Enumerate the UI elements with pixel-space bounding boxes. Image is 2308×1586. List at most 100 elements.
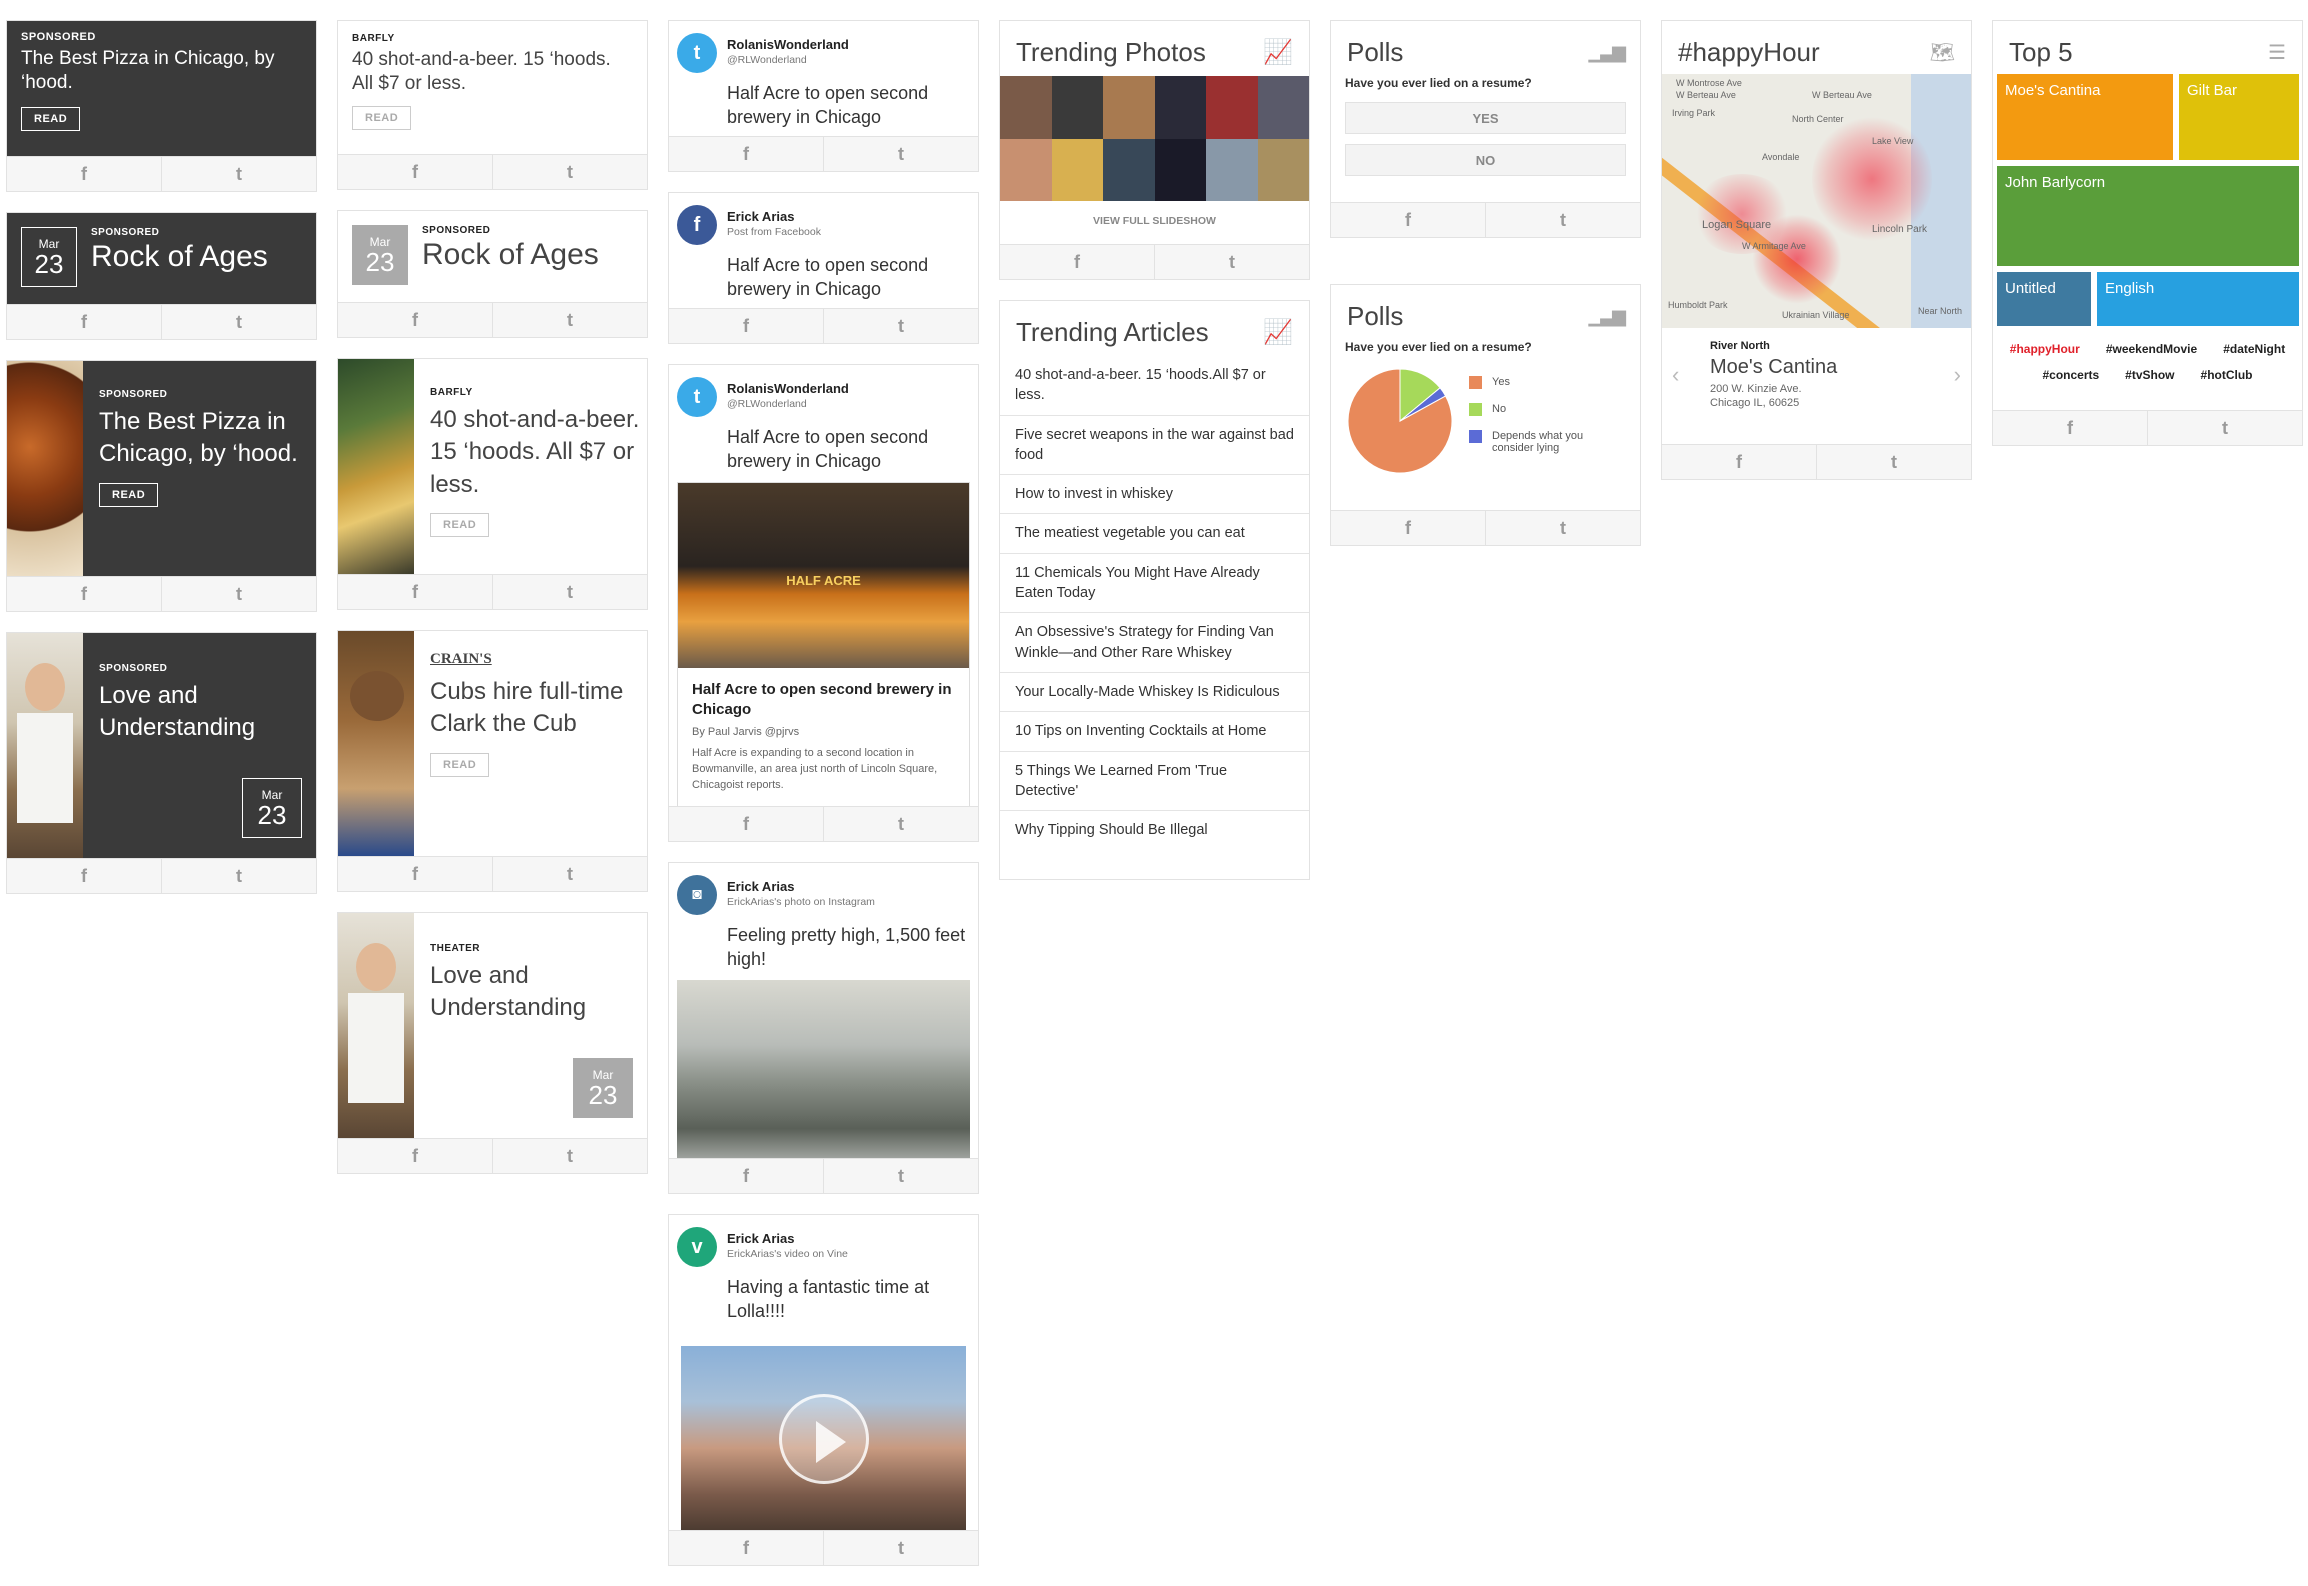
sponsored-card-love[interactable]: SPONSORED Love and Understanding Mar 23 f… (6, 632, 317, 894)
facebook-share-icon[interactable]: f (1662, 445, 1816, 479)
facebook-share-icon[interactable]: f (669, 1531, 823, 1565)
vine-video[interactable] (681, 1345, 966, 1532)
top-tile[interactable]: Moe's Cantina (1997, 74, 2173, 160)
hashtag-link[interactable]: #happyHour (2010, 342, 2080, 356)
facebook-post-card[interactable]: f Erick Arias Post from Facebook Half Acre… (668, 192, 979, 344)
vine-card[interactable]: v Erick Arias ErickArias's video on Vine H… (668, 1214, 979, 1566)
top-tile[interactable]: John Barlycorn (1997, 166, 2299, 266)
top-tile[interactable]: Gilt Bar (2179, 74, 2299, 160)
twitter-share-icon[interactable]: t (1816, 445, 1971, 479)
tweet-card[interactable]: t RolanisWonderland @RLWonderland Half Acr… (668, 20, 979, 172)
facebook-share-icon[interactable]: f (669, 309, 823, 343)
sponsored-card-rock-of-ages-light[interactable]: Mar 23 SPONSORED Rock of Ages ft (337, 210, 648, 338)
hashtag-link[interactable]: #dateNight (2223, 342, 2285, 356)
heat-map[interactable]: W Montrose Ave W Berteau Ave W Berteau A… (1662, 74, 1971, 328)
twitter-share-icon[interactable]: t (1485, 203, 1640, 237)
facebook-share-icon[interactable]: f (338, 155, 492, 189)
article-link[interactable]: 11 Chemicals You Might Have Already Eate… (1000, 552, 1309, 613)
prev-arrow-icon[interactable]: ‹ (1672, 362, 1679, 388)
article-link[interactable]: 10 Tips on Inventing Cocktails at Home (1000, 711, 1309, 750)
crains-card[interactable]: CRAIN'S Cubs hire full-time Clark the Cu… (337, 630, 648, 892)
read-button[interactable]: READ (99, 482, 159, 507)
photo-collage[interactable] (1000, 76, 1309, 201)
twitter-share-icon[interactable]: t (161, 577, 316, 611)
facebook-share-icon[interactable]: f (669, 807, 823, 841)
read-button[interactable]: READ (21, 106, 81, 131)
theater-card[interactable]: THEATER Love and Understanding Mar 23 ft (337, 912, 648, 1174)
trending-photos-card[interactable]: Trending Photos 📈 VIEW FULL SLIDESHOW ft (999, 20, 1310, 280)
instagram-card[interactable]: ◙ Erick Arias ErickArias's photo on Instag… (668, 862, 979, 1194)
linked-article[interactable]: HALF ACRE Half Acre to open second brewe… (677, 481, 970, 807)
legend-item: Depends what you consider lying (1469, 430, 1602, 454)
hashtag-link[interactable]: #tvShow (2125, 368, 2174, 382)
article-link[interactable]: The meatiest vegetable you can eat (1000, 513, 1309, 552)
hashtag-link[interactable]: #concerts (2042, 368, 2099, 382)
twitter-share-icon[interactable]: t (1154, 245, 1309, 279)
sponsored-card-pizza-photo[interactable]: SPONSORED The Best Pizza in Chicago, by … (6, 360, 317, 612)
facebook-share-icon[interactable]: f (7, 157, 161, 191)
facebook-share-icon[interactable]: f (669, 1159, 823, 1193)
read-button[interactable]: READ (352, 105, 412, 130)
twitter-share-icon[interactable]: t (492, 1139, 647, 1173)
facebook-share-icon[interactable]: f (1000, 245, 1154, 279)
venue-name[interactable]: Moe's Cantina (1710, 356, 1923, 379)
author-name[interactable]: RolanisWonderland (727, 37, 849, 52)
tweet-with-article-card[interactable]: t RolanisWonderland @RLWonderland Half Acr… (668, 364, 979, 842)
facebook-share-icon[interactable]: f (1331, 511, 1485, 545)
facebook-share-icon[interactable]: f (338, 1139, 492, 1173)
post-source: ErickArias's photo on Instagram (727, 896, 875, 908)
article-link[interactable]: 5 Things We Learned From 'True Detective… (1000, 750, 1309, 811)
sponsored-card-pizza[interactable]: SPONSORED The Best Pizza in Chicago, by … (6, 20, 317, 192)
twitter-share-icon[interactable]: t (823, 1159, 978, 1193)
poll-yes-button[interactable]: YES (1345, 102, 1626, 134)
twitter-share-icon[interactable]: t (823, 807, 978, 841)
twitter-share-icon[interactable]: t (823, 137, 978, 171)
twitter-share-icon[interactable]: t (492, 303, 647, 337)
barfly-card-photo[interactable]: BARFLY 40 shot-and-a-beer. 15 ‘hoods. Al… (337, 358, 648, 610)
author-name[interactable]: Erick Arias (727, 879, 875, 894)
instagram-photo[interactable] (677, 979, 970, 1166)
twitter-share-icon[interactable]: t (1485, 511, 1640, 545)
twitter-share-icon[interactable]: t (492, 155, 647, 189)
twitter-share-icon[interactable]: t (823, 1531, 978, 1565)
twitter-share-icon[interactable]: t (161, 157, 316, 191)
article-link[interactable]: Five secret weapons in the war against b… (1000, 414, 1309, 475)
twitter-share-icon[interactable]: t (2147, 411, 2302, 445)
hashtag-link[interactable]: #weekendMovie (2106, 342, 2197, 356)
next-arrow-icon[interactable]: › (1954, 362, 1961, 388)
twitter-share-icon[interactable]: t (823, 309, 978, 343)
facebook-share-icon[interactable]: f (338, 303, 492, 337)
author-name[interactable]: Erick Arias (727, 209, 821, 224)
article-link[interactable]: An Obsessive's Strategy for Finding Van … (1000, 612, 1309, 672)
read-button[interactable]: READ (430, 752, 490, 777)
read-button[interactable]: READ (430, 513, 490, 538)
facebook-share-icon[interactable]: f (338, 575, 492, 609)
article-link[interactable]: Your Locally-Made Whiskey Is Ridiculous (1000, 671, 1309, 711)
twitter-share-icon[interactable]: t (492, 857, 647, 891)
facebook-share-icon[interactable]: f (7, 859, 161, 893)
facebook-share-icon[interactable]: f (1993, 411, 2147, 445)
facebook-share-icon[interactable]: f (338, 857, 492, 891)
facebook-share-icon[interactable]: f (669, 137, 823, 171)
hashtag-link[interactable]: #hotClub (2201, 368, 2253, 382)
poll-question: Have you ever lied on a resume? (1345, 340, 1532, 354)
view-slideshow-link[interactable]: VIEW FULL SLIDESHOW (1000, 201, 1309, 241)
play-icon[interactable] (778, 1393, 869, 1484)
article-link[interactable]: Why Tipping Should Be Illegal (1000, 810, 1309, 849)
barfly-card[interactable]: BARFLY 40 shot-and-a-beer. 15 ‘hoods. Al… (337, 20, 648, 190)
article-link[interactable]: How to invest in whiskey (1000, 474, 1309, 513)
author-name[interactable]: RolanisWonderland (727, 381, 849, 396)
twitter-share-icon[interactable]: t (161, 859, 316, 893)
twitter-share-icon[interactable]: t (492, 575, 647, 609)
twitter-share-icon[interactable]: t (161, 305, 316, 339)
facebook-share-icon[interactable]: f (1331, 203, 1485, 237)
poll-no-button[interactable]: NO (1345, 144, 1626, 176)
facebook-share-icon[interactable]: f (7, 577, 161, 611)
article-link[interactable]: 40 shot-and-a-beer. 15 ‘hoods.All $7 or … (1000, 356, 1309, 415)
twitter-avatar-icon: t (677, 33, 717, 73)
top-tile[interactable]: English (2097, 272, 2299, 326)
top-tile[interactable]: Untitled (1997, 272, 2091, 326)
sponsored-card-rock-of-ages[interactable]: Mar 23 SPONSORED Rock of Ages ft (6, 212, 317, 340)
author-name[interactable]: Erick Arias (727, 1231, 848, 1246)
facebook-share-icon[interactable]: f (7, 305, 161, 339)
